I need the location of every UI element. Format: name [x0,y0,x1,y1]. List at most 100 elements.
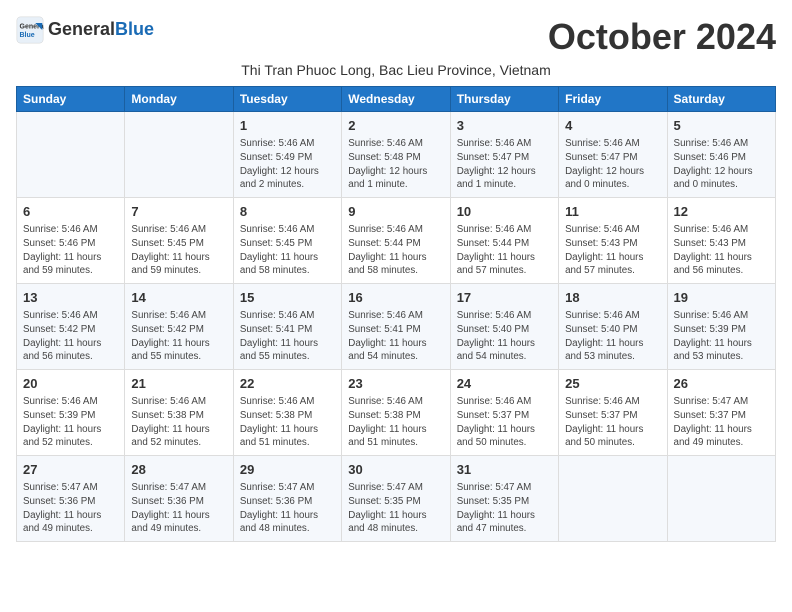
day-number: 18 [565,289,660,307]
day-number: 23 [348,375,443,393]
calendar-cell: 8 Sunrise: 5:46 AM Sunset: 5:45 PM Daylig… [233,198,341,284]
day-info: Sunrise: 5:47 AM Sunset: 5:36 PM Dayligh… [131,481,226,536]
day-number: 4 [565,117,660,135]
calendar-week-5: 27 Sunrise: 5:47 AM Sunset: 5:36 PM Dayli… [17,456,776,542]
day-info: Sunrise: 5:46 AM Sunset: 5:48 PM Dayligh… [348,137,443,192]
day-info: Sunrise: 5:47 AM Sunset: 5:37 PM Dayligh… [674,395,769,450]
logo: General Blue GeneralBlue [16,16,154,44]
day-info: Sunrise: 5:46 AM Sunset: 5:47 PM Dayligh… [457,137,552,192]
day-info: Sunrise: 5:46 AM Sunset: 5:38 PM Dayligh… [131,395,226,450]
day-number: 20 [23,375,118,393]
calendar-cell: 19 Sunrise: 5:46 AM Sunset: 5:39 PM Dayli… [667,284,775,370]
day-number: 25 [565,375,660,393]
calendar-cell: 1Sunrise: 5:46 AM Sunset: 5:49 PM Daylig… [233,112,341,198]
day-info: Sunrise: 5:46 AM Sunset: 5:39 PM Dayligh… [23,395,118,450]
calendar-cell: 10 Sunrise: 5:46 AM Sunset: 5:44 PM Dayli… [450,198,558,284]
day-number: 10 [457,203,552,221]
month-title: October 2024 [548,16,776,58]
calendar-cell: 9 Sunrise: 5:46 AM Sunset: 5:44 PM Daylig… [342,198,450,284]
day-info: Sunrise: 5:47 AM Sunset: 5:36 PM Dayligh… [240,481,335,536]
day-info: Sunrise: 5:46 AM Sunset: 5:49 PM Dayligh… [240,137,335,192]
header-day-sunday: Sunday [17,87,125,112]
day-info: Sunrise: 5:47 AM Sunset: 5:35 PM Dayligh… [348,481,443,536]
day-info: Sunrise: 5:46 AM Sunset: 5:41 PM Dayligh… [348,309,443,364]
header-day-saturday: Saturday [667,87,775,112]
day-info: Sunrise: 5:47 AM Sunset: 5:35 PM Dayligh… [457,481,552,536]
day-number: 28 [131,461,226,479]
calendar-cell: 21 Sunrise: 5:46 AM Sunset: 5:38 PM Dayli… [125,370,233,456]
header-day-friday: Friday [559,87,667,112]
day-number: 15 [240,289,335,307]
calendar-cell: 26 Sunrise: 5:47 AM Sunset: 5:37 PM Dayli… [667,370,775,456]
calendar-cell: 28 Sunrise: 5:47 AM Sunset: 5:36 PM Dayli… [125,456,233,542]
calendar-cell: 29 Sunrise: 5:47 AM Sunset: 5:36 PM Dayli… [233,456,341,542]
calendar-cell: 15 Sunrise: 5:46 AM Sunset: 5:41 PM Dayli… [233,284,341,370]
day-info: Sunrise: 5:46 AM Sunset: 5:46 PM Dayligh… [674,137,769,192]
logo-icon: General Blue [16,16,44,44]
day-number: 27 [23,461,118,479]
day-number: 29 [240,461,335,479]
day-number: 31 [457,461,552,479]
calendar-cell: 18 Sunrise: 5:46 AM Sunset: 5:40 PM Dayli… [559,284,667,370]
calendar-cell [17,112,125,198]
calendar-cell: 22 Sunrise: 5:46 AM Sunset: 5:38 PM Dayli… [233,370,341,456]
day-number: 19 [674,289,769,307]
day-number: 26 [674,375,769,393]
day-number: 12 [674,203,769,221]
day-info: Sunrise: 5:46 AM Sunset: 5:44 PM Dayligh… [457,223,552,278]
calendar-cell: 12 Sunrise: 5:46 AM Sunset: 5:43 PM Dayli… [667,198,775,284]
calendar-cell: 25 Sunrise: 5:46 AM Sunset: 5:37 PM Dayli… [559,370,667,456]
day-number: 7 [131,203,226,221]
day-info: Sunrise: 5:47 AM Sunset: 5:36 PM Dayligh… [23,481,118,536]
calendar-cell: 30 Sunrise: 5:47 AM Sunset: 5:35 PM Dayli… [342,456,450,542]
day-info: Sunrise: 5:46 AM Sunset: 5:47 PM Dayligh… [565,137,660,192]
day-number: 2 [348,117,443,135]
calendar-cell: 14 Sunrise: 5:46 AM Sunset: 5:42 PM Dayli… [125,284,233,370]
day-info: Sunrise: 5:46 AM Sunset: 5:44 PM Dayligh… [348,223,443,278]
day-number: 8 [240,203,335,221]
day-info: Sunrise: 5:46 AM Sunset: 5:42 PM Dayligh… [131,309,226,364]
header-day-tuesday: Tuesday [233,87,341,112]
calendar-cell: 4 Sunrise: 5:46 AM Sunset: 5:47 PM Daylig… [559,112,667,198]
day-number: 16 [348,289,443,307]
day-info: Sunrise: 5:46 AM Sunset: 5:45 PM Dayligh… [240,223,335,278]
logo-general-text: General [48,19,115,39]
day-number: 9 [348,203,443,221]
day-info: Sunrise: 5:46 AM Sunset: 5:37 PM Dayligh… [565,395,660,450]
calendar-cell: 20 Sunrise: 5:46 AM Sunset: 5:39 PM Dayli… [17,370,125,456]
calendar-cell [559,456,667,542]
day-number: 14 [131,289,226,307]
calendar-cell: 6Sunrise: 5:46 AM Sunset: 5:46 PM Daylig… [17,198,125,284]
day-number: 17 [457,289,552,307]
calendar-cell: 31 Sunrise: 5:47 AM Sunset: 5:35 PM Dayli… [450,456,558,542]
calendar-cell: 3 Sunrise: 5:46 AM Sunset: 5:47 PM Daylig… [450,112,558,198]
day-number: 21 [131,375,226,393]
day-info: Sunrise: 5:46 AM Sunset: 5:42 PM Dayligh… [23,309,118,364]
calendar-cell: 16 Sunrise: 5:46 AM Sunset: 5:41 PM Dayli… [342,284,450,370]
day-number: 30 [348,461,443,479]
calendar-cell: 27 Sunrise: 5:47 AM Sunset: 5:36 PM Dayli… [17,456,125,542]
day-info: Sunrise: 5:46 AM Sunset: 5:39 PM Dayligh… [674,309,769,364]
day-info: Sunrise: 5:46 AM Sunset: 5:41 PM Dayligh… [240,309,335,364]
day-number: 24 [457,375,552,393]
calendar-cell: 13 Sunrise: 5:46 AM Sunset: 5:42 PM Dayli… [17,284,125,370]
header-row: SundayMondayTuesdayWednesdayThursdayFrid… [17,87,776,112]
calendar-cell: 23Sunrise: 5:46 AM Sunset: 5:38 PM Dayli… [342,370,450,456]
day-info: Sunrise: 5:46 AM Sunset: 5:43 PM Dayligh… [674,223,769,278]
day-info: Sunrise: 5:46 AM Sunset: 5:38 PM Dayligh… [240,395,335,450]
svg-text:Blue: Blue [20,32,35,39]
calendar-cell: 11Sunrise: 5:46 AM Sunset: 5:43 PM Dayli… [559,198,667,284]
day-number: 13 [23,289,118,307]
calendar-week-4: 20 Sunrise: 5:46 AM Sunset: 5:39 PM Dayli… [17,370,776,456]
header-day-thursday: Thursday [450,87,558,112]
calendar-cell: 24Sunrise: 5:46 AM Sunset: 5:37 PM Dayli… [450,370,558,456]
day-number: 22 [240,375,335,393]
calendar-cell: 2 Sunrise: 5:46 AM Sunset: 5:48 PM Daylig… [342,112,450,198]
day-number: 3 [457,117,552,135]
day-info: Sunrise: 5:46 AM Sunset: 5:40 PM Dayligh… [565,309,660,364]
logo-blue-text: Blue [115,19,154,39]
day-info: Sunrise: 5:46 AM Sunset: 5:43 PM Dayligh… [565,223,660,278]
calendar-cell: 7 Sunrise: 5:46 AM Sunset: 5:45 PM Daylig… [125,198,233,284]
day-info: Sunrise: 5:46 AM Sunset: 5:45 PM Dayligh… [131,223,226,278]
calendar-table: SundayMondayTuesdayWednesdayThursdayFrid… [16,86,776,542]
